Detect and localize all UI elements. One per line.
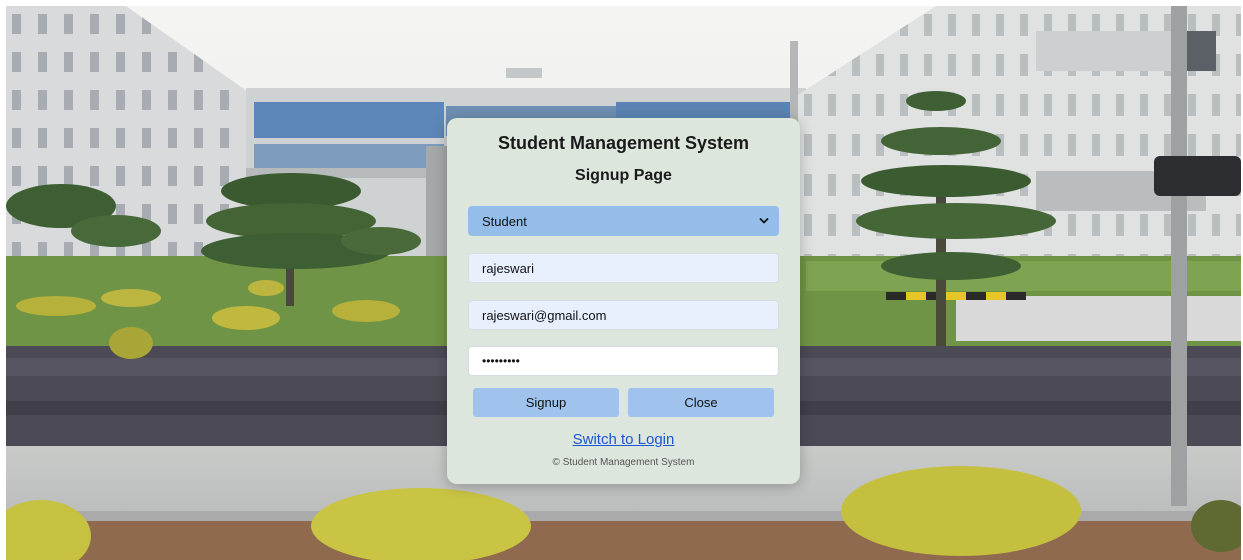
- signup-card: Student Management System Signup Page St…: [447, 118, 800, 484]
- role-select-value: Student: [482, 213, 527, 229]
- switch-to-login-link[interactable]: Switch to Login: [447, 431, 800, 448]
- role-select[interactable]: Student: [468, 206, 779, 236]
- app-title: Student Management System: [497, 133, 750, 153]
- signup-page: Student Management System Signup Page St…: [0, 0, 1243, 560]
- chevron-down-icon: [759, 217, 769, 225]
- signup-button[interactable]: Signup: [473, 388, 619, 417]
- page-title: Signup Page: [575, 167, 672, 184]
- name-input-value: rajeswari: [482, 260, 535, 276]
- password-input[interactable]: •••••••••: [468, 346, 779, 376]
- close-button[interactable]: Close: [628, 388, 774, 417]
- name-input[interactable]: rajeswari: [468, 253, 779, 283]
- email-input-value: rajeswari@gmail.com: [482, 307, 607, 323]
- copyright-footer: © Student Management System: [552, 457, 695, 468]
- password-input-value: •••••••••: [482, 354, 520, 368]
- email-input[interactable]: rajeswari@gmail.com: [468, 300, 779, 330]
